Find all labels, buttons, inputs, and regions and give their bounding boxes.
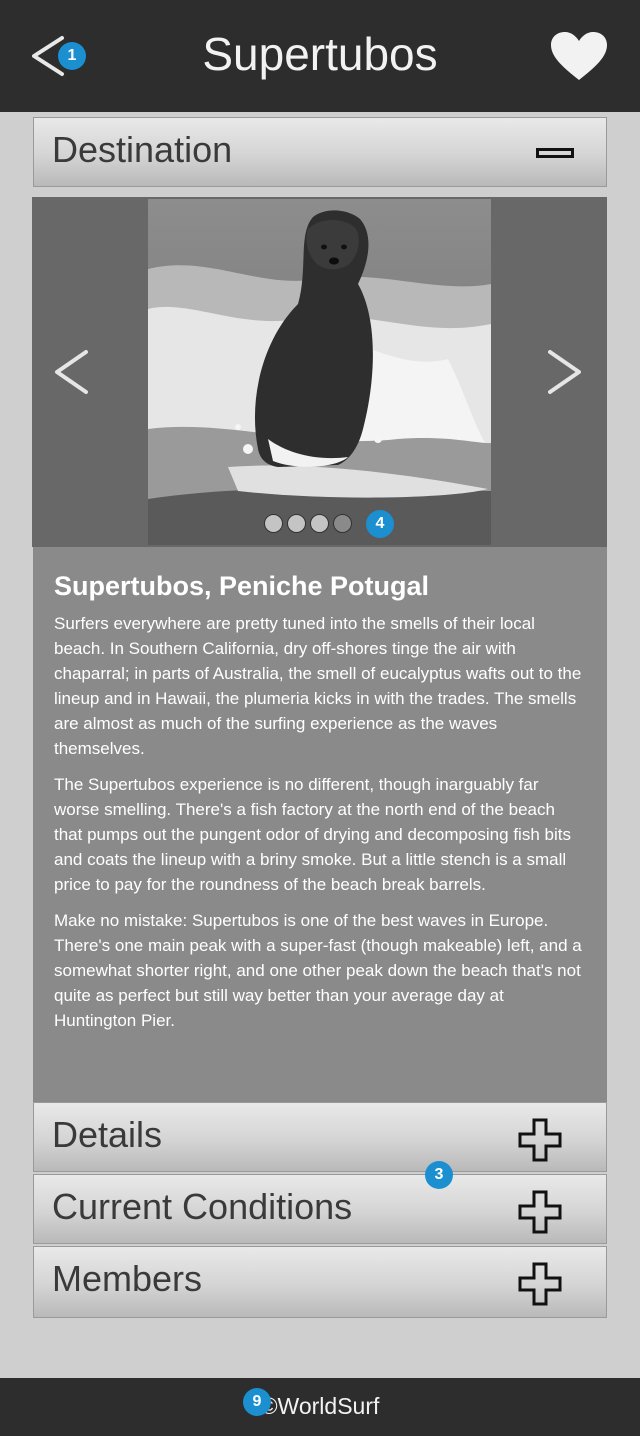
- chevron-left-icon[interactable]: [52, 349, 92, 395]
- footer-copyright: ©WorldSurf: [260, 1393, 380, 1419]
- annotation-badge: 4: [366, 510, 394, 538]
- heart-icon[interactable]: [549, 30, 609, 82]
- minus-icon: [536, 148, 574, 158]
- carousel-dots: [264, 514, 356, 534]
- chevron-right-icon[interactable]: [544, 349, 584, 395]
- page-title: Supertubos: [202, 28, 438, 80]
- carousel-dot[interactable]: [264, 514, 283, 533]
- article-paragraph: Surfers everywhere are pretty tuned into…: [54, 614, 582, 758]
- article-paragraph: Make no mistake: Supertubos is one of th…: [54, 911, 582, 1030]
- accordion-members[interactable]: Members: [33, 1246, 607, 1318]
- accordion-destination-label: Destination: [52, 129, 233, 170]
- accordion-current-conditions-label: Current Conditions: [52, 1186, 353, 1227]
- plus-icon: [518, 1262, 562, 1306]
- footer: ©WorldSurf: [0, 1378, 640, 1436]
- article-paragraph: The Supertubos experience is no differen…: [54, 775, 571, 894]
- carousel-dot[interactable]: [310, 514, 329, 533]
- carousel-dot[interactable]: [333, 514, 352, 533]
- carousel-photo: [148, 199, 491, 545]
- annotation-badge: 3: [425, 1161, 453, 1189]
- accordion-current-conditions[interactable]: Current Conditions: [33, 1174, 607, 1244]
- accordion-details-label: Details: [52, 1114, 163, 1155]
- plus-icon: [518, 1118, 562, 1162]
- article-title: Supertubos, Peniche Potugal: [54, 571, 430, 601]
- carousel-dot[interactable]: [287, 514, 306, 533]
- destination-content: Supertubos, Peniche Potugal Surfers ever…: [33, 547, 607, 1103]
- accordion-members-label: Members: [52, 1258, 203, 1299]
- accordion-details[interactable]: Details: [33, 1102, 607, 1172]
- plus-icon: [518, 1190, 562, 1234]
- annotation-badge: 9: [243, 1388, 271, 1416]
- accordion-destination[interactable]: Destination: [33, 117, 607, 187]
- image-carousel: 4: [32, 197, 607, 547]
- top-bar: 1 Supertubos: [0, 0, 640, 112]
